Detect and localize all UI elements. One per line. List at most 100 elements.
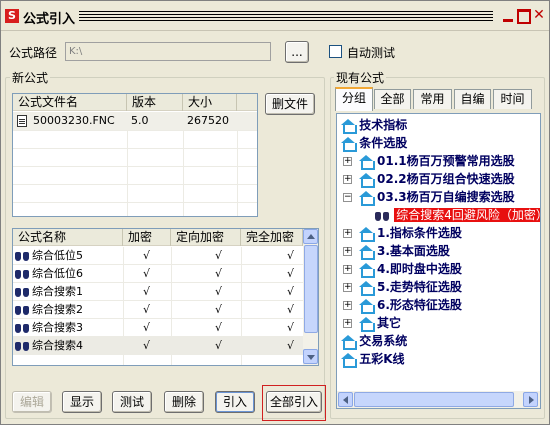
formula-list-header: 公式名称 加密 定向加密 完全加密 [13,229,303,246]
scroll-thumb[interactable] [354,392,514,407]
existing-formula-title: 现有公式 [334,69,387,86]
col-formula-name[interactable]: 公式名称 [13,229,123,246]
delete-button[interactable]: 删除 [164,391,204,413]
tree-node[interactable]: 五彩K线 [341,350,405,368]
formula-row[interactable]: 综合搜索1 √ √ √ [13,283,303,301]
formula-list[interactable]: 公式名称 加密 定向加密 完全加密 综合低位5 √ √ √ 综合低位6 √ √ … [12,228,319,366]
formula-name: 综合搜索1 [32,285,83,298]
formula-list-scrollbar[interactable] [303,229,318,365]
col-size[interactable]: 大小 [183,94,237,111]
formula-name: 综合低位6 [32,267,83,280]
formula-row-selected[interactable]: 综合搜索4 √ √ √ [13,337,303,355]
binoculars-icon [15,319,30,337]
col-version[interactable]: 版本 [127,94,183,111]
expand-icon[interactable]: + [343,229,352,238]
expand-icon[interactable]: + [343,157,352,166]
directed-check: √ [215,249,223,262]
tab-custom[interactable]: 自编 [454,89,491,109]
file-name: 50003230.FNC [33,114,115,127]
title-bar: S 公式引入 ✕ [1,1,549,31]
binoculars-icon [15,283,30,301]
expand-icon[interactable]: + [343,301,352,310]
path-label: 公式路径 [9,46,58,60]
encrypt-check: √ [143,249,151,262]
house-icon [341,119,357,134]
binoculars-icon [15,247,30,265]
tab-time[interactable]: 时间 [493,89,532,109]
import-button[interactable]: 引入 [215,391,255,413]
minimize-button[interactable] [501,7,515,23]
col-directed-encrypt[interactable]: 定向加密 [171,229,241,246]
house-icon [341,353,357,368]
scroll-up-button[interactable] [303,229,318,244]
formula-name: 综合低位5 [32,249,83,262]
tree-scrollbar[interactable] [337,391,540,408]
collapse-icon[interactable]: − [343,193,352,202]
house-icon [359,227,375,242]
tab-all[interactable]: 全部 [374,89,411,109]
full-check: √ [287,339,295,352]
formula-name: 综合搜索2 [32,303,83,316]
edit-button[interactable]: 编辑 [12,391,52,413]
formula-row[interactable]: 综合低位5 √ √ √ [13,247,303,265]
directed-check: √ [215,321,223,334]
tab-group[interactable]: 分组 [335,87,373,111]
file-list-header: 公式文件名 版本 大小 [13,94,257,111]
house-icon [341,335,357,350]
binoculars-icon [15,265,30,283]
full-check: √ [287,267,295,280]
formula-row[interactable]: 综合搜索2 √ √ √ [13,301,303,319]
formula-import-dialog: S 公式引入 ✕ 公式路径 K:\ ... 自动测试 新公式 公式文件名 版本 … [0,0,550,425]
formula-tree[interactable]: 技术指标 条件选股 + 01.1杨百万预警常用选股 + 02.2杨百万组合快速选… [336,113,541,409]
file-icon [17,112,27,130]
auto-test-checkbox[interactable] [329,45,342,58]
scroll-down-button[interactable] [303,349,318,364]
tree-node-selected[interactable]: 综合搜索4回避风险（加密） [375,206,540,224]
directed-check: √ [215,303,223,316]
formula-name: 综合搜索4 [32,339,83,352]
col-full-encrypt[interactable]: 完全加密 [241,229,303,246]
tab-frequent[interactable]: 常用 [413,89,452,109]
browse-button[interactable]: ... [285,41,309,63]
house-icon [359,155,375,170]
binoculars-icon [375,210,390,222]
maximize-button[interactable] [516,7,531,24]
col-file-name[interactable]: 公式文件名 [13,94,127,111]
scroll-thumb[interactable] [304,245,318,333]
path-input[interactable]: K:\ [65,42,271,61]
encrypt-check: √ [143,285,151,298]
tree-node[interactable]: 条件选股 [341,134,407,152]
title-stripes [79,11,493,21]
tree-node[interactable]: 技术指标 [341,116,407,134]
expand-icon[interactable]: + [343,175,352,184]
house-icon [359,317,375,332]
file-list[interactable]: 公式文件名 版本 大小 50003230.FNC 5.0 267520 [12,93,258,217]
scroll-right-button[interactable] [523,392,538,407]
scroll-left-button[interactable] [338,392,353,407]
auto-test-label: 自动测试 [347,46,396,60]
formula-row[interactable]: 综合搜索3 √ √ √ [13,319,303,337]
show-button[interactable]: 显示 [62,391,102,413]
expand-icon[interactable]: + [343,247,352,256]
expand-icon[interactable]: + [343,283,352,292]
expand-icon[interactable]: + [343,265,352,274]
tree-node[interactable]: 交易系统 [341,332,407,350]
formula-row[interactable]: 综合低位6 √ √ √ [13,265,303,283]
full-check: √ [287,285,295,298]
house-icon [359,263,375,278]
full-check: √ [287,249,295,262]
app-logo-icon: S [5,9,19,23]
file-size: 267520 [187,114,229,127]
delete-file-button[interactable]: 删文件 [265,93,315,115]
close-button[interactable]: ✕ [532,7,546,23]
test-button[interactable]: 测试 [112,391,152,413]
expand-icon[interactable]: + [343,319,352,328]
encrypt-check: √ [143,267,151,280]
import-all-button[interactable]: 全部引入 [266,391,322,413]
file-row[interactable]: 50003230.FNC 5.0 267520 [13,112,257,130]
binoculars-icon [15,301,30,319]
full-check: √ [287,303,295,316]
file-version: 5.0 [131,114,149,127]
col-encrypt[interactable]: 加密 [123,229,171,246]
house-icon [341,137,357,152]
